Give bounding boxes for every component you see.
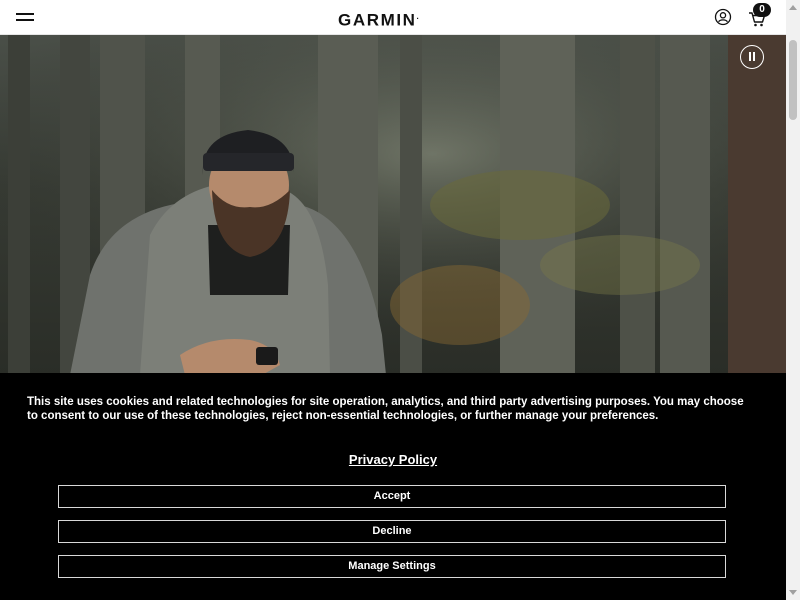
garmin-logo[interactable]: GARMIN.	[338, 7, 419, 31]
account-icon[interactable]	[714, 8, 732, 26]
cookie-notice-text: This site uses cookies and related techn…	[27, 396, 744, 422]
privacy-policy-link[interactable]: Privacy Policy	[0, 452, 786, 467]
cookie-consent-banner: This site uses cookies and related techn…	[0, 373, 786, 600]
scroll-down-icon[interactable]	[789, 590, 797, 595]
manage-settings-button[interactable]: Manage Settings	[58, 555, 726, 578]
hamburger-menu-icon[interactable]	[16, 10, 36, 24]
scroll-up-icon[interactable]	[789, 5, 797, 10]
scroll-thumb[interactable]	[789, 40, 797, 120]
pause-icon[interactable]	[740, 45, 764, 69]
site-header: GARMIN. 0	[0, 0, 786, 35]
hero-image	[0, 35, 786, 375]
logo-text: GARMIN	[338, 10, 417, 30]
hero-banner	[0, 35, 786, 375]
decline-button[interactable]: Decline	[58, 520, 726, 543]
accept-button[interactable]: Accept	[58, 485, 726, 508]
page-scrollbar[interactable]	[786, 0, 800, 600]
cart-count-badge: 0	[753, 3, 771, 17]
logo-mark: .	[416, 12, 419, 21]
